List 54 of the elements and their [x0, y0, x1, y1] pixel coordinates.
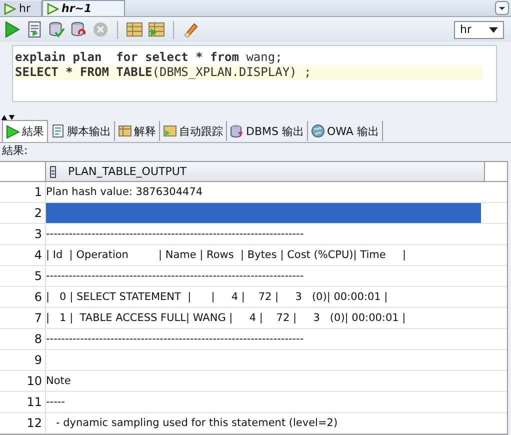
table-run-icon[interactable]: [148, 21, 165, 38]
row-number: 3: [0, 224, 46, 244]
results-label: 結果:: [1, 143, 29, 158]
database-icon: [230, 124, 244, 138]
dropdown-icon[interactable]: [495, 1, 509, 15]
code-line: explain plan for select * from wang;: [15, 50, 284, 66]
table-cell[interactable]: | Id | Operation | Name | Rows | Bytes | Cost (%CPU)| Time |: [46, 245, 481, 265]
table-icon[interactable]: [126, 21, 143, 38]
document-icon: [51, 124, 65, 138]
result-tab[interactable]: 解释: [115, 121, 160, 141]
play-icon: [4, 2, 16, 14]
splitter-arrows-icon[interactable]: [1, 115, 15, 120]
table-icon: [118, 124, 132, 138]
row-number: 9: [0, 350, 46, 370]
table-cell[interactable]: --------------------------------------------------------------------: [46, 329, 481, 349]
table-cell[interactable]: | 0 | SELECT STATEMENT | | 4 | 72 | 3 (0)| 00:00:01 |: [46, 287, 481, 307]
editor-tab[interactable]: hr~1: [42, 0, 125, 16]
row-number: 6: [0, 287, 46, 307]
row-number: 5: [0, 266, 46, 286]
row-number: 1: [0, 182, 46, 202]
table-cell[interactable]: | 1 | TABLE ACCESS FULL| WANG | 4 | 72 | 3 (0)| 00:00:01 |: [46, 308, 481, 328]
table-cell[interactable]: --------------------------------------------------------------------: [46, 266, 481, 286]
row-number: 7: [0, 308, 46, 328]
play-icon: [6, 124, 20, 138]
connection-select[interactable]: hr: [454, 20, 504, 39]
database-check-icon[interactable]: [48, 21, 65, 38]
sql-editor[interactable]: explain plan for select * from wang; SELECT * FROM TABLE(DBMS_XPLAN.DISPLAY) ;: [12, 45, 497, 102]
result-tab[interactable]: 自动跟踪: [160, 121, 227, 141]
caret-icon: [489, 26, 498, 33]
run-icon[interactable]: [4, 21, 21, 38]
script-icon[interactable]: [26, 21, 43, 38]
result-tab[interactable]: OWA 输出: [308, 121, 383, 141]
result-tab[interactable]: 結果: [2, 120, 48, 142]
table-cell[interactable]: [46, 203, 481, 223]
result-tab[interactable]: DBMS 输出: [227, 121, 308, 141]
row-number: 10: [0, 371, 46, 391]
row-number: 11: [0, 392, 46, 412]
result-tab[interactable]: 脚本输出: [48, 121, 115, 141]
table-cell[interactable]: Note: [46, 371, 481, 391]
eraser-icon[interactable]: [182, 21, 199, 38]
play-icon: [46, 2, 58, 14]
row-number: 4: [0, 245, 46, 265]
row-number: 12: [0, 413, 46, 433]
row-number: 8: [0, 329, 46, 349]
text-type-icon: [50, 166, 56, 178]
database-undo-icon[interactable]: [70, 21, 87, 38]
table-cell[interactable]: - dynamic sampling used for this statement (level=2): [46, 413, 481, 433]
table-cell[interactable]: Plan hash value: 3876304474: [46, 182, 481, 202]
table-run-icon: [163, 124, 177, 138]
editor-tab[interactable]: hr: [0, 1, 42, 16]
column-header[interactable]: PLAN_TABLE_OUTPUT: [45, 162, 485, 181]
table-cell[interactable]: --------------------------------------------------------------------: [46, 224, 481, 244]
table-cell[interactable]: -----: [46, 392, 481, 412]
globe-icon: [311, 124, 325, 138]
